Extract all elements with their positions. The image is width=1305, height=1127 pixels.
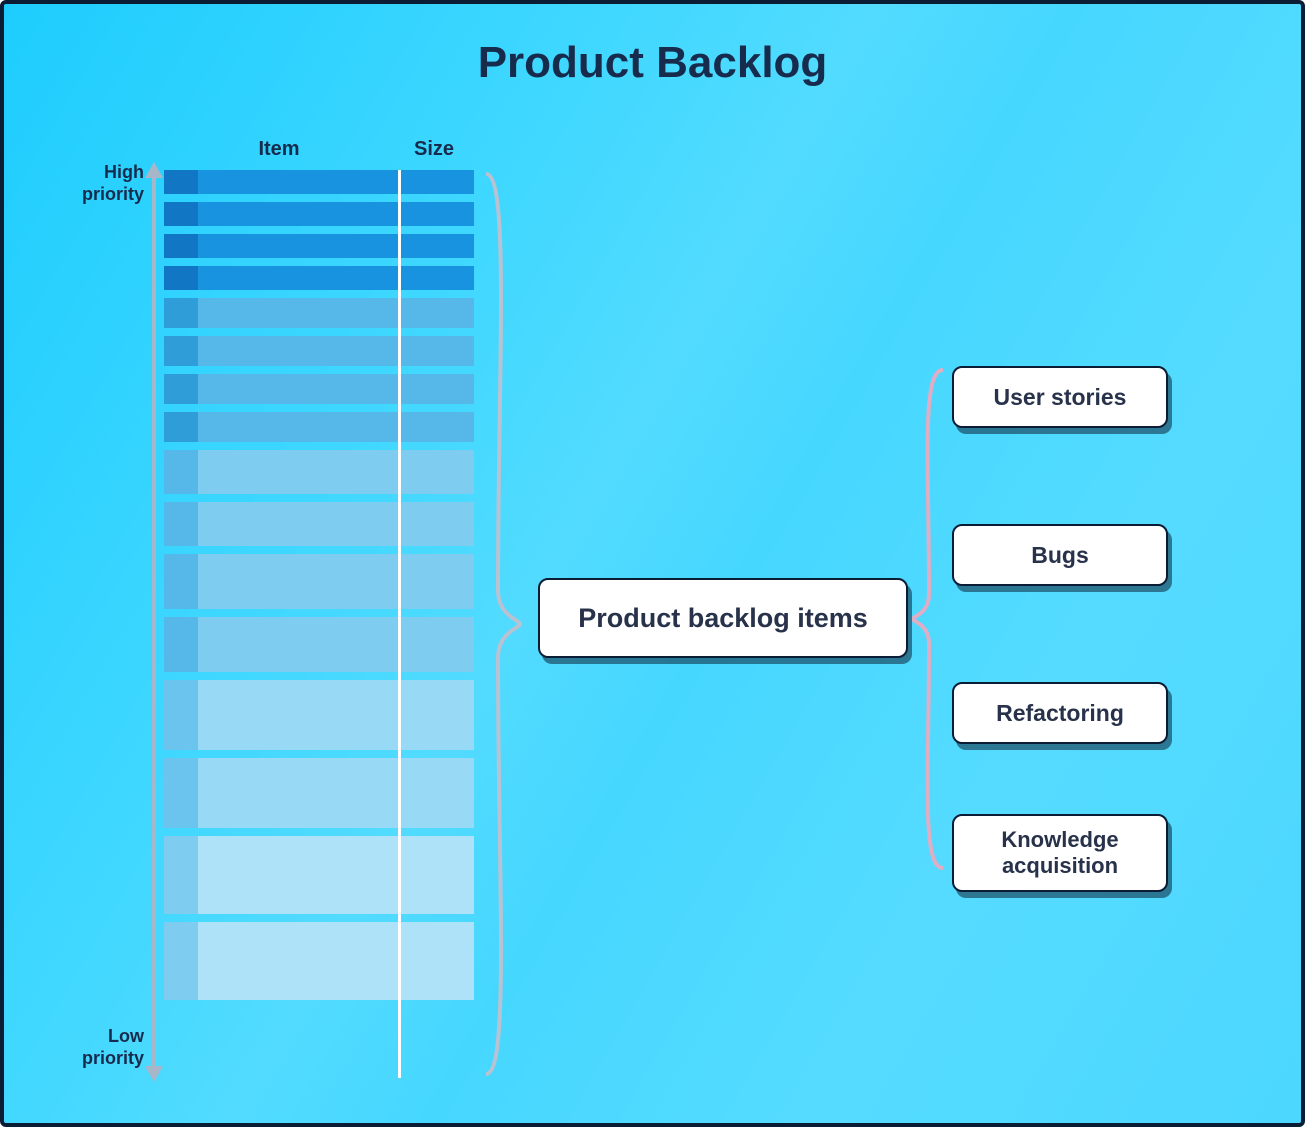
- backlog-row: [164, 412, 474, 442]
- product-backlog-items-label: Product backlog items: [578, 603, 868, 634]
- product-backlog-items-card: Product backlog items: [538, 578, 908, 658]
- backlog-row-handle: [164, 170, 198, 194]
- backlog-row-handle: [164, 554, 198, 609]
- arrow-down-icon: [145, 1066, 163, 1082]
- column-header-size: Size: [394, 138, 474, 161]
- backlog-row-handle: [164, 680, 198, 750]
- backlog-row: [164, 502, 474, 546]
- backlog-row: [164, 554, 474, 609]
- backlog-row-body: [198, 412, 474, 442]
- backlog-row-body: [198, 450, 474, 494]
- backlog-row: [164, 266, 474, 290]
- curly-brace-left-icon: [482, 170, 522, 1078]
- backlog-row: [164, 922, 474, 1000]
- backlog-row-handle: [164, 836, 198, 914]
- priority-label-low: Low priority: [64, 1026, 144, 1069]
- backlog-row-body: [198, 617, 474, 672]
- backlog-row-body: [198, 374, 474, 404]
- backlog-row: [164, 298, 474, 328]
- backlog-row-handle: [164, 758, 198, 828]
- backlog-row-handle: [164, 266, 198, 290]
- backlog-row-body: [198, 336, 474, 366]
- backlog-row-handle: [164, 234, 198, 258]
- refactoring-card: Refactoring: [952, 682, 1168, 744]
- item-size-divider: [398, 170, 401, 1078]
- page-title: Product Backlog: [4, 38, 1301, 88]
- backlog-row-handle: [164, 202, 198, 226]
- backlog-row-handle: [164, 450, 198, 494]
- refactoring-label: Refactoring: [996, 700, 1124, 727]
- backlog-row: [164, 758, 474, 828]
- priority-label-low-2: priority: [82, 1048, 144, 1068]
- backlog-row-body: [198, 836, 474, 914]
- user-stories-label: User stories: [994, 384, 1127, 411]
- diagram-canvas: Product Backlog Item Size High priority …: [0, 0, 1305, 1127]
- backlog-row-handle: [164, 298, 198, 328]
- backlog-row: [164, 202, 474, 226]
- priority-label-low-1: Low: [108, 1026, 144, 1046]
- knowledge-acquisition-card: Knowledge acquisition: [952, 814, 1168, 892]
- backlog-row-body: [198, 234, 474, 258]
- bugs-label: Bugs: [1031, 542, 1089, 569]
- backlog-row: [164, 374, 474, 404]
- backlog-row: [164, 617, 474, 672]
- user-stories-card: User stories: [952, 366, 1168, 428]
- backlog-row-handle: [164, 502, 198, 546]
- backlog-row-body: [198, 680, 474, 750]
- backlog-row-body: [198, 266, 474, 290]
- backlog-row: [164, 336, 474, 366]
- backlog-row-body: [198, 554, 474, 609]
- backlog-row-handle: [164, 374, 198, 404]
- backlog-row: [164, 234, 474, 258]
- backlog-row-handle: [164, 922, 198, 1000]
- backlog-row-body: [198, 502, 474, 546]
- backlog-row: [164, 680, 474, 750]
- column-headers: Item Size: [164, 138, 474, 161]
- column-header-item: Item: [164, 138, 394, 161]
- backlog-row: [164, 836, 474, 914]
- backlog-row-handle: [164, 617, 198, 672]
- backlog-row-body: [198, 758, 474, 828]
- backlog-row: [164, 450, 474, 494]
- priority-label-high: High priority: [64, 162, 144, 205]
- bugs-card: Bugs: [952, 524, 1168, 586]
- knowledge-acquisition-label: Knowledge acquisition: [972, 827, 1148, 880]
- backlog-row-handle: [164, 336, 198, 366]
- backlog-stack: [164, 170, 474, 1078]
- curly-brace-right-icon: [911, 364, 947, 874]
- backlog-row-body: [198, 202, 474, 226]
- backlog-row-body: [198, 298, 474, 328]
- backlog-row-handle: [164, 412, 198, 442]
- priority-label-high-1: High: [104, 162, 144, 182]
- backlog-row-body: [198, 922, 474, 1000]
- backlog-row: [164, 170, 474, 194]
- priority-axis: [152, 172, 156, 1072]
- backlog-row-body: [198, 170, 474, 194]
- priority-label-high-2: priority: [82, 184, 144, 204]
